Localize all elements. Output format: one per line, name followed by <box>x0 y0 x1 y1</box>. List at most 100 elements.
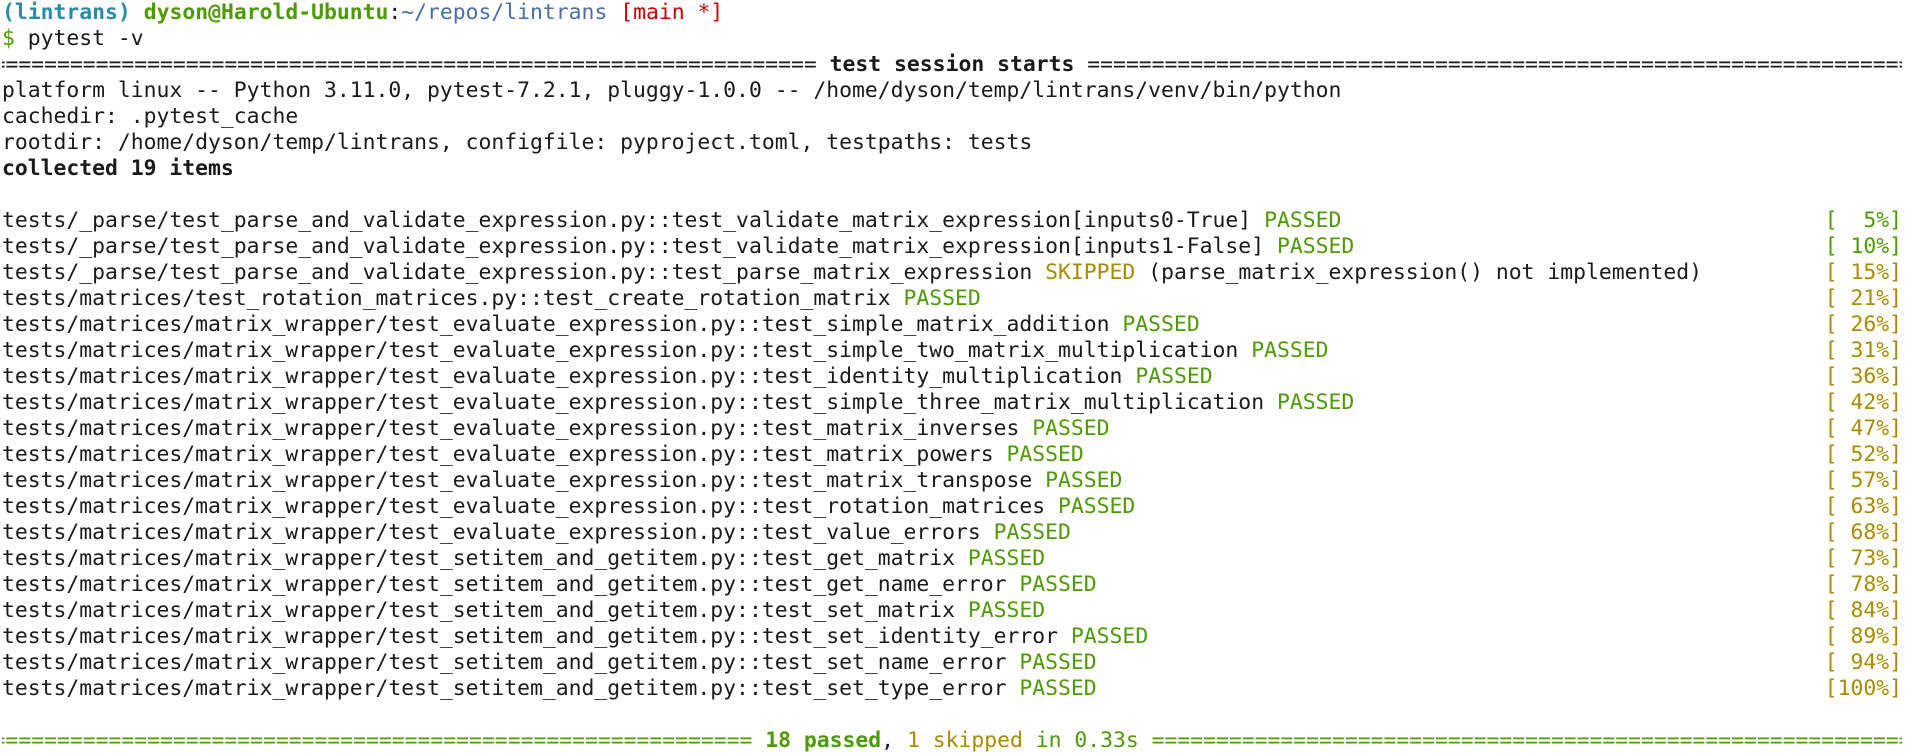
test-name: tests/matrices/test_rotation_matrices.py… <box>2 286 891 311</box>
test-status: PASSED <box>967 546 1046 571</box>
rule-left: ========================================… <box>2 52 817 77</box>
info-cachedir: cachedir: .pytest_cache <box>2 104 299 129</box>
test-status: PASSED <box>1058 494 1136 519</box>
summary-skipped: 1 skipped <box>906 728 1023 753</box>
test-result-row: tests/matrices/matrix_wrapper/test_evalu… <box>2 416 1902 442</box>
test-name: tests/_parse/test_parse_and_validate_exp… <box>2 260 1033 285</box>
test-progress: [ 5%] <box>1824 208 1902 233</box>
test-result-row: tests/matrices/matrix_wrapper/test_setit… <box>2 572 1902 598</box>
session-header-rule: ========================================… <box>2 52 1902 78</box>
prompt-branch: [main *] <box>620 0 724 25</box>
test-status: PASSED <box>903 286 981 311</box>
info-platform: platform linux -- Python 3.11.0, pytest-… <box>2 78 1342 103</box>
test-result-row: tests/matrices/matrix_wrapper/test_setit… <box>2 546 1902 572</box>
test-progress: [ 21%] <box>1824 286 1902 311</box>
test-result-row: tests/matrices/matrix_wrapper/test_evalu… <box>2 312 1902 338</box>
prompt-line: (lintrans) dyson@Harold-Ubuntu:~/repos/l… <box>2 0 1902 26</box>
test-status: PASSED <box>1122 312 1200 337</box>
test-name: tests/matrices/matrix_wrapper/test_setit… <box>2 676 1007 701</box>
test-progress: [ 31%] <box>1824 338 1902 363</box>
test-progress: [ 42%] <box>1824 390 1902 415</box>
test-result-row: tests/_parse/test_parse_and_validate_exp… <box>2 208 1902 234</box>
test-progress: [100%] <box>1824 676 1902 701</box>
test-name: tests/matrices/matrix_wrapper/test_setit… <box>2 572 1007 597</box>
test-result-row: tests/matrices/matrix_wrapper/test_setit… <box>2 624 1902 650</box>
summary-passed: 18 passed <box>752 728 882 753</box>
test-status: PASSED <box>1019 572 1097 597</box>
test-progress: [ 36%] <box>1824 364 1902 389</box>
test-name: tests/matrices/matrix_wrapper/test_evalu… <box>2 520 981 545</box>
test-progress: [ 26%] <box>1824 312 1902 337</box>
summary-time: in 0.33s <box>1022 728 1152 753</box>
collected-count: collected 19 items <box>2 156 234 181</box>
test-status: PASSED <box>1006 442 1084 467</box>
test-name: tests/matrices/matrix_wrapper/test_evalu… <box>2 442 994 467</box>
test-progress: [ 15%] <box>1824 260 1902 285</box>
info-rootdir: rootdir: /home/dyson/temp/lintrans, conf… <box>2 130 1033 155</box>
test-status: SKIPPED <box>1045 260 1136 285</box>
test-name: tests/matrices/matrix_wrapper/test_evalu… <box>2 468 1033 493</box>
test-name: tests/_parse/test_parse_and_validate_exp… <box>2 208 1252 233</box>
test-name: tests/matrices/matrix_wrapper/test_evalu… <box>2 312 1110 337</box>
terminal-window[interactable]: (lintrans) dyson@Harold-Ubuntu:~/repos/l… <box>0 0 1920 756</box>
prompt-venv: (lintrans) <box>2 0 131 25</box>
test-status: PASSED <box>1135 364 1213 389</box>
test-result-row: tests/matrices/matrix_wrapper/test_setit… <box>2 598 1902 624</box>
command-text: pytest -v <box>14 26 144 51</box>
test-progress: [ 52%] <box>1824 442 1902 467</box>
test-progress: [ 94%] <box>1824 650 1902 675</box>
rule-right: ========================================… <box>1087 52 1902 77</box>
test-result-row: tests/matrices/matrix_wrapper/test_setit… <box>2 650 1902 676</box>
test-name: tests/_parse/test_parse_and_validate_exp… <box>2 234 1265 259</box>
test-name: tests/matrices/matrix_wrapper/test_evalu… <box>2 416 1020 441</box>
test-result-row: tests/matrices/matrix_wrapper/test_evalu… <box>2 338 1902 364</box>
test-name: tests/matrices/matrix_wrapper/test_evalu… <box>2 494 1046 519</box>
prompt-user-host: dyson@Harold-Ubuntu <box>143 0 389 25</box>
test-progress: [ 63%] <box>1824 494 1902 519</box>
test-progress: [ 47%] <box>1824 416 1902 441</box>
prompt-dollar: $ <box>2 26 15 51</box>
test-status: PASSED <box>1045 468 1123 493</box>
test-status: PASSED <box>1070 624 1149 649</box>
test-status: PASSED <box>1251 338 1329 363</box>
test-name: tests/matrices/matrix_wrapper/test_setit… <box>2 650 1007 675</box>
test-status: PASSED <box>1019 650 1097 675</box>
summary-text: 18 passed, 1 skipped in 0.33s <box>752 728 1151 754</box>
prompt-path: ~/repos/lintrans <box>401 0 608 25</box>
test-progress: [ 78%] <box>1824 572 1902 597</box>
test-result-row: tests/matrices/matrix_wrapper/test_evalu… <box>2 468 1902 494</box>
test-status: PASSED <box>1019 676 1097 701</box>
test-results-list: tests/_parse/test_parse_and_validate_exp… <box>2 208 1920 702</box>
test-name: tests/matrices/matrix_wrapper/test_setit… <box>2 598 955 623</box>
test-result-row: tests/matrices/test_rotation_matrices.py… <box>2 286 1902 312</box>
test-progress: [ 84%] <box>1824 598 1902 623</box>
test-result-row: tests/_parse/test_parse_and_validate_exp… <box>2 260 1902 286</box>
summary-sep: , <box>881 728 907 753</box>
test-status: PASSED <box>1264 208 1342 233</box>
command-line[interactable]: $ pytest -v <box>2 26 1902 52</box>
test-result-row: tests/matrices/matrix_wrapper/test_evalu… <box>2 494 1902 520</box>
rule-left: ========================================… <box>2 728 753 753</box>
test-result-row: tests/matrices/matrix_wrapper/test_evalu… <box>2 364 1902 390</box>
test-status: PASSED <box>1276 390 1355 415</box>
test-name: tests/matrices/matrix_wrapper/test_evalu… <box>2 338 1239 363</box>
test-status: PASSED <box>1276 234 1355 259</box>
test-progress: [ 57%] <box>1824 468 1902 493</box>
test-progress: [ 89%] <box>1824 624 1902 649</box>
test-skip-reason: (parse_matrix_expression() not implement… <box>1135 260 1702 285</box>
prompt-colon: : <box>388 0 402 25</box>
test-result-row: tests/matrices/matrix_wrapper/test_setit… <box>2 676 1902 702</box>
test-result-row: tests/matrices/matrix_wrapper/test_evalu… <box>2 390 1902 416</box>
test-status: PASSED <box>993 520 1071 545</box>
summary-rule: ========================================… <box>2 728 1902 754</box>
test-result-row: tests/matrices/matrix_wrapper/test_evalu… <box>2 442 1902 468</box>
test-result-row: tests/matrices/matrix_wrapper/test_evalu… <box>2 520 1902 546</box>
test-name: tests/matrices/matrix_wrapper/test_setit… <box>2 624 1059 649</box>
rule-right: ========================================… <box>1151 728 1902 753</box>
test-progress: [ 68%] <box>1824 520 1902 545</box>
test-name: tests/matrices/matrix_wrapper/test_setit… <box>2 546 955 571</box>
session-header-title: test session starts <box>816 52 1088 77</box>
test-status: PASSED <box>967 598 1046 623</box>
